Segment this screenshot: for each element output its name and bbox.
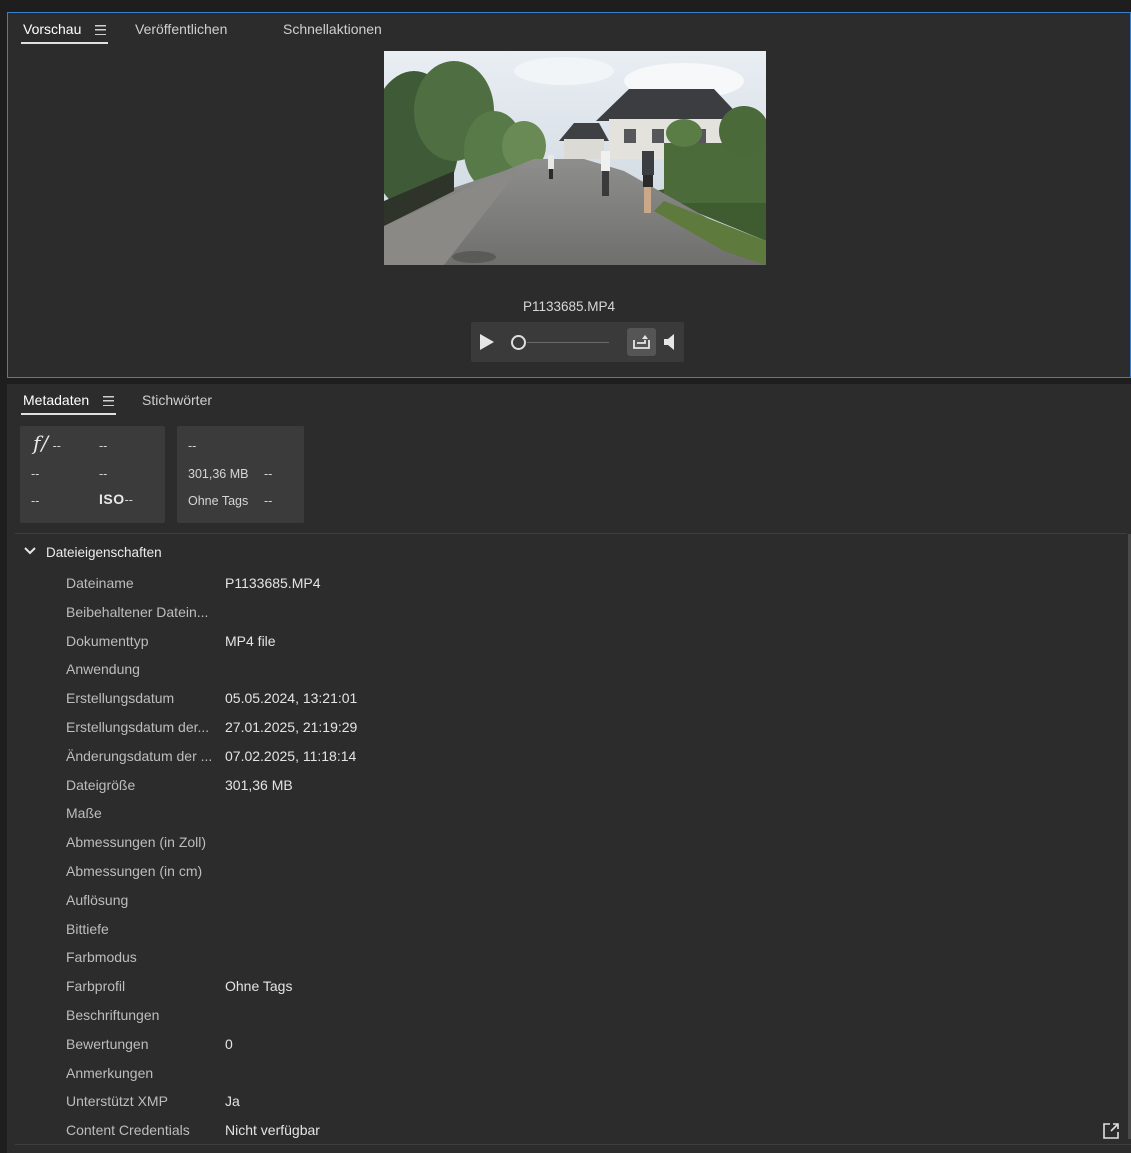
chevron-down-icon[interactable] (24, 547, 36, 555)
tab-stichwoerter-label: Stichwörter (142, 392, 213, 408)
property-label: Auflösung (66, 891, 129, 908)
property-value: Ohne Tags (225, 978, 293, 995)
property-label: Erstellungsdatum (66, 690, 175, 707)
preview-panel: Vorschau Veröffentlichen Schnellaktionen (7, 12, 1131, 378)
property-row: Dokumenttyp MP4 file (15, 633, 1127, 661)
property-label: Maße (66, 805, 102, 822)
property-row: Content Credentials Nicht verfügbar (15, 1122, 1127, 1150)
property-row: Erstellungsdatum der... 27.01.2025, 21:19… (15, 719, 1127, 747)
fstop-row: f/ -- (33, 431, 61, 455)
property-label: Erstellungsdatum der... (66, 719, 210, 735)
property-label: Bewertungen (66, 1035, 149, 1052)
property-row: Bewertungen 0 (15, 1036, 1127, 1064)
property-label: Abmessungen (in cm) (66, 863, 203, 879)
file-properties-header[interactable]: Dateieigenschaften (15, 534, 1127, 570)
property-label: Farbmodus (66, 949, 137, 966)
property-row: Abmessungen (in cm) (15, 863, 1127, 891)
property-label: Dateiname (66, 575, 134, 591)
property-value: Nicht verfügbar (225, 1122, 320, 1139)
property-row: Anmerkungen (15, 1065, 1127, 1093)
open-external-icon[interactable] (1102, 1122, 1120, 1140)
tab-schnellaktionen-label: Schnellaktionen (283, 21, 382, 37)
preview-tabbar: Vorschau Veröffentlichen Schnellaktionen (8, 13, 1130, 45)
playhead-knob[interactable] (511, 335, 526, 350)
property-row: Unterstützt XMP Ja (15, 1093, 1127, 1121)
fstop-value: -- (52, 439, 61, 453)
iso-label: ISO (99, 491, 125, 507)
property-value: 05.05.2024, 13:21:01 (225, 690, 358, 707)
tab-metadaten[interactable]: Metadaten (20, 392, 117, 415)
property-row: Beschriftungen (15, 1007, 1127, 1035)
property-row: Maße (15, 805, 1127, 833)
property-value: 07.02.2025, 11:18:14 (225, 747, 357, 764)
iso-row: ISO-- (99, 491, 133, 507)
file-size-value: 301,36 MB (188, 467, 249, 481)
property-label: Beibehaltener Datein... (66, 603, 209, 620)
property-row: Farbprofil Ohne Tags (15, 978, 1127, 1006)
tab-veroeffentlichen-label: Veröffentlichen (135, 21, 228, 37)
property-label: Dokumenttyp (66, 632, 149, 649)
property-value: 301,36 MB (225, 776, 293, 793)
property-label: Anmerkungen (66, 1064, 154, 1081)
property-row: Dateiname P1133685.MP4 (15, 575, 1127, 603)
property-label: Content Credentials (66, 1122, 190, 1139)
property-label: Beschriftungen (66, 1007, 160, 1023)
loop-icon (633, 335, 650, 349)
property-label: Abmessungen (in Zoll) (66, 834, 207, 851)
play-icon[interactable] (479, 333, 495, 351)
property-value: Ja (225, 1093, 240, 1110)
property-row: Auflösung (15, 892, 1127, 920)
property-row: Anwendung (15, 661, 1127, 689)
property-row: Dateigröße 301,36 MB (15, 777, 1127, 805)
metadata-tabbar: Metadaten Stichwörter (7, 384, 1131, 416)
file-properties-section: Dateieigenschaften Dateiname P1133685.MP4… (15, 533, 1131, 1145)
panel-bottom-divider (15, 1144, 1131, 1145)
iso-value: -- (124, 493, 133, 507)
property-row: Beibehaltener Datein... (15, 604, 1127, 632)
property-row: Änderungsdatum der ... 07.02.2025, 11:18:… (15, 748, 1127, 776)
metadata-panel: Metadaten Stichwörter f/ -- -- -- -- -- … (7, 384, 1131, 1153)
property-row: Bittiefe (15, 921, 1127, 949)
property-row: Erstellungsdatum 05.05.2024, 13:21:01 (15, 690, 1127, 718)
tab-schnellaktionen[interactable]: Schnellaktionen (283, 21, 382, 37)
property-label: Unterstützt XMP (66, 1093, 168, 1110)
volume-icon[interactable] (664, 334, 677, 350)
scrub-track[interactable] (527, 342, 609, 343)
property-label: Bittiefe (66, 920, 109, 937)
property-value: MP4 file (225, 632, 276, 649)
property-row: Abmessungen (in Zoll) (15, 834, 1127, 862)
file-data-box: -- 301,36 MB -- Ohne Tags -- (177, 426, 304, 523)
exposure-value: -- (99, 439, 108, 453)
loop-button[interactable] (627, 328, 656, 356)
tab-metadaten-label: Metadaten (23, 392, 90, 408)
file-size-extra: -- (264, 467, 273, 481)
tab-vorschau[interactable]: Vorschau (20, 21, 109, 44)
property-label: Dateigröße (66, 776, 136, 793)
property-row: Farbmodus (15, 949, 1127, 977)
property-value: P1133685.MP4 (225, 575, 321, 591)
property-label: Anwendung (66, 661, 140, 678)
section-title: Dateieigenschaften (46, 545, 162, 560)
video-thumbnail-image (384, 51, 766, 265)
camera-data-box: f/ -- -- -- -- -- ISO-- (20, 426, 165, 523)
panel-menu-icon[interactable] (103, 396, 115, 406)
color-profile-extra: -- (264, 494, 273, 508)
fstop-icon: f/ (33, 431, 50, 455)
tab-stichwoerter[interactable]: Stichwörter (142, 392, 212, 408)
dimensions-value: -- (188, 439, 197, 453)
property-value: 27.01.2025, 21:19:29 (225, 719, 358, 735)
exposure-bias-value: -- (99, 467, 108, 481)
preview-filename: P1133685.MP4 (522, 299, 616, 314)
tab-veroeffentlichen[interactable]: Veröffentlichen (135, 21, 227, 37)
video-thumbnail[interactable] (384, 51, 766, 265)
property-value: 0 (225, 1035, 233, 1052)
focal-length-value: -- (31, 467, 40, 481)
tab-vorschau-label: Vorschau (23, 21, 82, 37)
media-player-controls (471, 322, 684, 362)
property-label: Farbprofil (66, 978, 126, 995)
metering-value: -- (31, 494, 40, 508)
property-label: Änderungsdatum der ... (66, 747, 212, 764)
panel-menu-icon[interactable] (95, 25, 107, 35)
color-profile-value: Ohne Tags (188, 494, 249, 508)
